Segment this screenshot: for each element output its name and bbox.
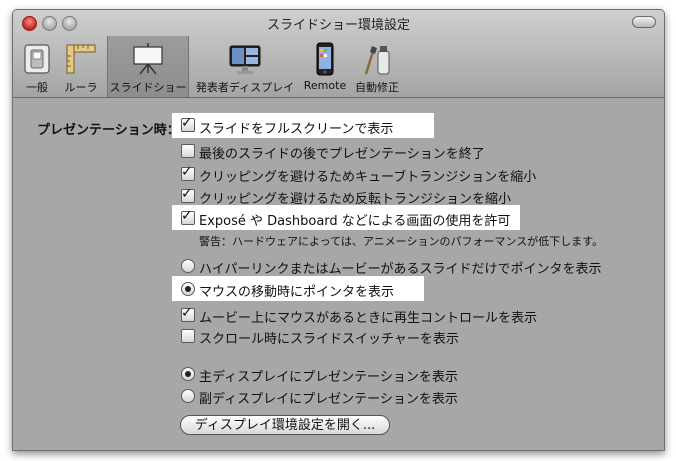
brush-bottle-icon (364, 46, 390, 75)
option-label: スクロール時にスライドスイッチャーを表示 (199, 332, 459, 347)
radio-label: 副ディスプレイにプレゼンテーションを表示 (199, 392, 458, 407)
monitor-icon (229, 45, 261, 74)
option-label: スライドをフルスクリーンで表示 (199, 122, 394, 137)
section-label: プレゼンテーション時： (37, 123, 180, 138)
primary-display-radio[interactable] (181, 367, 195, 381)
ruler-icon (66, 44, 96, 74)
tab-label: 自動修正 (355, 81, 399, 94)
checkmark-icon: ✓ (181, 115, 193, 131)
toolbar-toggle-button[interactable] (632, 16, 656, 28)
scale-flip-transition-checkbox[interactable]: ✓ (181, 186, 195, 203)
show-playback-controls-checkbox[interactable]: ✓ (181, 305, 195, 322)
slideshow-pane: プレゼンテーション時： ✓ スライドをフルスクリーンで表示 最後のスライドの後で… (13, 98, 664, 450)
scale-cube-transition-checkbox[interactable]: ✓ (181, 164, 195, 181)
checkmark-icon: ✓ (181, 164, 193, 180)
projector-screen-icon (133, 43, 163, 75)
fullscreen-checkbox[interactable]: ✓ (181, 115, 195, 132)
show-slide-switcher-checkbox[interactable] (181, 329, 195, 343)
tab-general[interactable]: 一般 (19, 36, 55, 97)
checkmark-icon: ✓ (181, 208, 193, 224)
tab-remote[interactable]: Remote (302, 36, 348, 97)
tab-label: スライドショー (109, 81, 187, 94)
option-label: Exposé や Dashboard などによる画面の使用を許可 (199, 214, 511, 229)
switch-icon (24, 44, 50, 74)
end-after-last-slide-checkbox[interactable] (181, 144, 195, 158)
radio-label: 主ディスプレイにプレゼンテーションを表示 (199, 370, 458, 385)
window-title: スライドショー環境設定 (266, 18, 410, 33)
preferences-window: スライドショー環境設定 一般 ルーラ スライドショー 発表者ディスプレイ Rem… (12, 9, 665, 451)
checkmark-icon: ✓ (181, 186, 193, 202)
allow-expose-dashboard-checkbox[interactable]: ✓ (181, 208, 195, 225)
option-label: クリッピングを避けるためキューブトランジションを縮小 (199, 170, 537, 185)
performance-warning: 警告：ハードウェアによっては、アニメーションのパフォーマンスが低下します。 (199, 235, 604, 248)
checkmark-icon: ✓ (181, 305, 193, 321)
tab-label: 発表者ディスプレイ (195, 81, 295, 94)
radio-label: ハイパーリンクまたはムービーがあるスライドだけでポインタを表示 (199, 262, 602, 277)
title-bar: スライドショー環境設定 一般 ルーラ スライドショー 発表者ディスプレイ Rem… (13, 10, 664, 98)
tab-autocorrect[interactable]: 自動修正 (353, 36, 401, 97)
tab-ruler[interactable]: ルーラ (61, 36, 101, 97)
radio-dot-icon (185, 286, 191, 292)
iphone-icon (316, 42, 334, 76)
open-display-preferences-button[interactable]: ディスプレイ環境設定を開く... (180, 415, 390, 435)
tab-label: 一般 (26, 81, 48, 94)
pointer-links-only-radio[interactable] (181, 259, 195, 273)
tab-label: Remote (303, 79, 347, 92)
pointer-on-move-radio[interactable] (181, 282, 195, 296)
secondary-display-radio[interactable] (181, 389, 195, 403)
option-label: 最後のスライドの後でプレゼンテーションを終了 (199, 147, 485, 162)
option-label: ムービー上にマウスがあるときに再生コントロールを表示 (199, 311, 538, 326)
tab-label: ルーラ (64, 81, 98, 94)
tab-slideshow[interactable]: スライドショー (107, 36, 189, 97)
radio-label: マウスの移動時にポインタを表示 (199, 285, 395, 300)
tab-presenter-display[interactable]: 発表者ディスプレイ (193, 36, 297, 97)
radio-dot-icon (185, 371, 191, 377)
